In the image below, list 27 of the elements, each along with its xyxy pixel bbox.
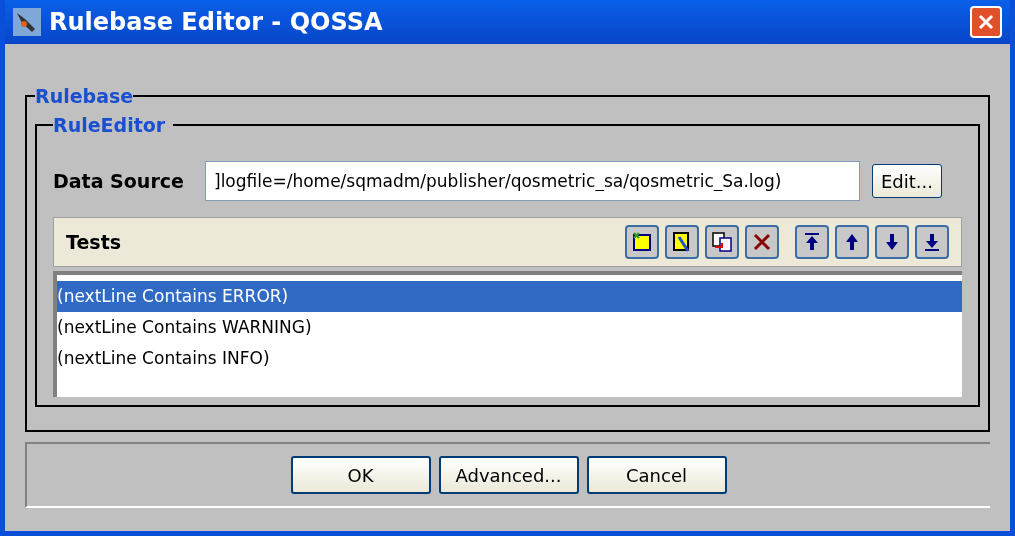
app-icon	[13, 8, 41, 36]
window-title: Rulebase Editor - QOSSA	[49, 7, 384, 38]
close-icon	[977, 13, 995, 31]
group-title: RuleEditor	[53, 112, 167, 138]
new-document-icon	[631, 231, 653, 253]
toolbar-button[interactable]	[665, 225, 699, 259]
toolbar-button[interactable]	[745, 225, 779, 259]
edit-button[interactable]: Edit...	[872, 164, 943, 198]
list-item[interactable]: (nextLine Contains INFO)	[57, 343, 962, 374]
toolbar-button[interactable]	[915, 225, 949, 259]
toolbar-button[interactable]	[625, 225, 659, 259]
close-button[interactable]	[970, 6, 1002, 38]
delete-icon	[751, 231, 773, 253]
dialog-button[interactable]: OK	[290, 456, 431, 494]
toolbar-button[interactable]	[875, 225, 909, 259]
field-label: Data Source	[53, 168, 185, 194]
tests-label: Tests	[66, 229, 123, 255]
toolbar-button[interactable]	[835, 225, 869, 259]
dialog-button[interactable]: Advanced...	[438, 456, 579, 494]
group-title: Rulebase	[35, 84, 134, 109]
data-source-field[interactable]: ]logfile=/home/sqmadm/publisher/qosmetric_sa/qosmetric_Sa.log)	[205, 161, 860, 201]
list-item[interactable]: (nextLine Contains WARNING)	[57, 312, 962, 343]
copy-icon	[711, 231, 733, 253]
toolbar-button[interactable]	[705, 225, 739, 259]
dialog-button[interactable]: Cancel	[586, 456, 727, 494]
list-item[interactable]: (nextLine Contains ERROR)	[57, 281, 962, 312]
toolbar-button[interactable]	[795, 225, 829, 259]
